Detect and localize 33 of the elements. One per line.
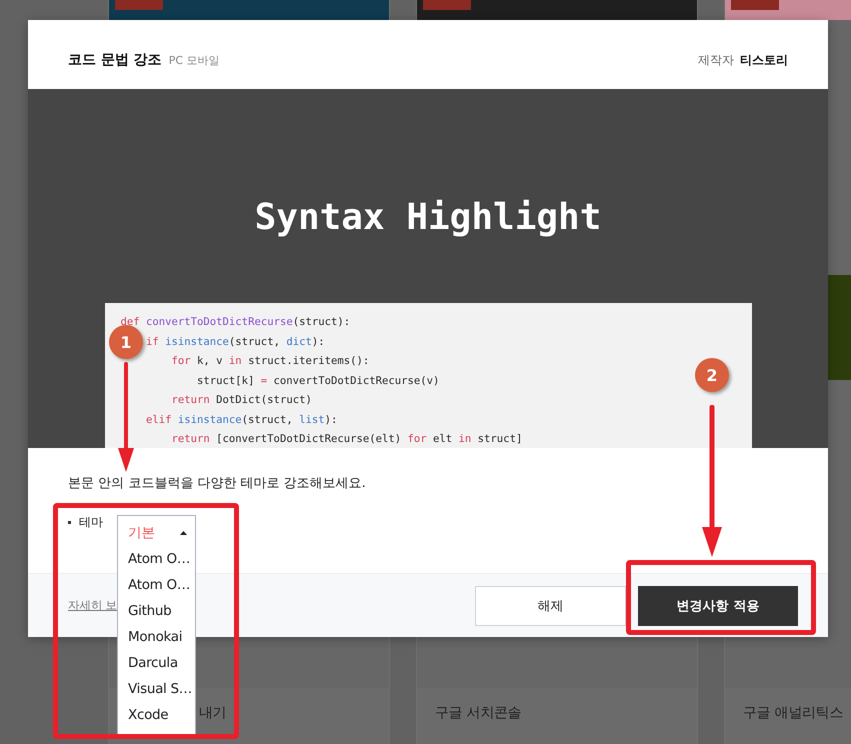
dropdown-option[interactable]: Monokai — [118, 624, 195, 650]
code-line: elif isinstance(struct, list): — [146, 412, 338, 428]
code-line: return [convertToDotDictRecurse(elt) for elt in struct] — [172, 432, 522, 447]
code-line: return DotDict(struct) — [172, 393, 312, 408]
banner-title: Syntax Highlight — [254, 197, 602, 238]
card-title: 구글 서치콘솔 — [435, 705, 522, 721]
card-title: 구글 애널리틱스 — [743, 705, 844, 721]
theme-dropdown[interactable]: 기본 Atom O… Atom O… Github Monokai Darcula Visual S… Xcode — [117, 515, 196, 735]
dropdown-option[interactable]: 기본 — [118, 520, 195, 546]
dropdown-option[interactable]: Github — [118, 598, 195, 624]
code-line: if isinstance(struct, dict): — [146, 334, 325, 350]
dropdown-option[interactable]: Darcula — [118, 650, 195, 676]
maker-label: 제작자 — [698, 52, 734, 69]
dropdown-option[interactable]: Visual S… — [118, 676, 195, 702]
caret-icon — [180, 531, 187, 535]
more-link[interactable]: 자세히 보 — [68, 598, 118, 613]
theme-label: 테마 — [79, 514, 103, 531]
bullet-icon — [68, 521, 71, 524]
apply-button[interactable]: 변경사항 적용 — [638, 586, 798, 626]
reset-button[interactable]: 해제 — [475, 586, 626, 626]
dropdown-option[interactable]: Xcode — [118, 702, 195, 728]
platform-label: PC 모바일 — [168, 53, 220, 68]
dialog-title: 코드 문법 강조 — [68, 51, 162, 69]
status-badge — [115, 0, 163, 10]
status-badge — [731, 0, 779, 10]
code-line: for k, v in struct.iteritems(): — [172, 354, 370, 369]
dropdown-option[interactable]: Atom O… — [118, 572, 195, 598]
description-text: 본문 안의 코드블럭을 다양한 테마로 강조해보세요. — [68, 475, 367, 492]
status-badge — [423, 0, 471, 10]
code-line: struct[k] = convertToDotDictRecurse(v) — [197, 374, 440, 388]
dropdown-option[interactable]: Atom O… — [118, 546, 195, 572]
maker-name: 티스토리 — [740, 52, 788, 69]
card-title: 내기 — [199, 705, 226, 721]
